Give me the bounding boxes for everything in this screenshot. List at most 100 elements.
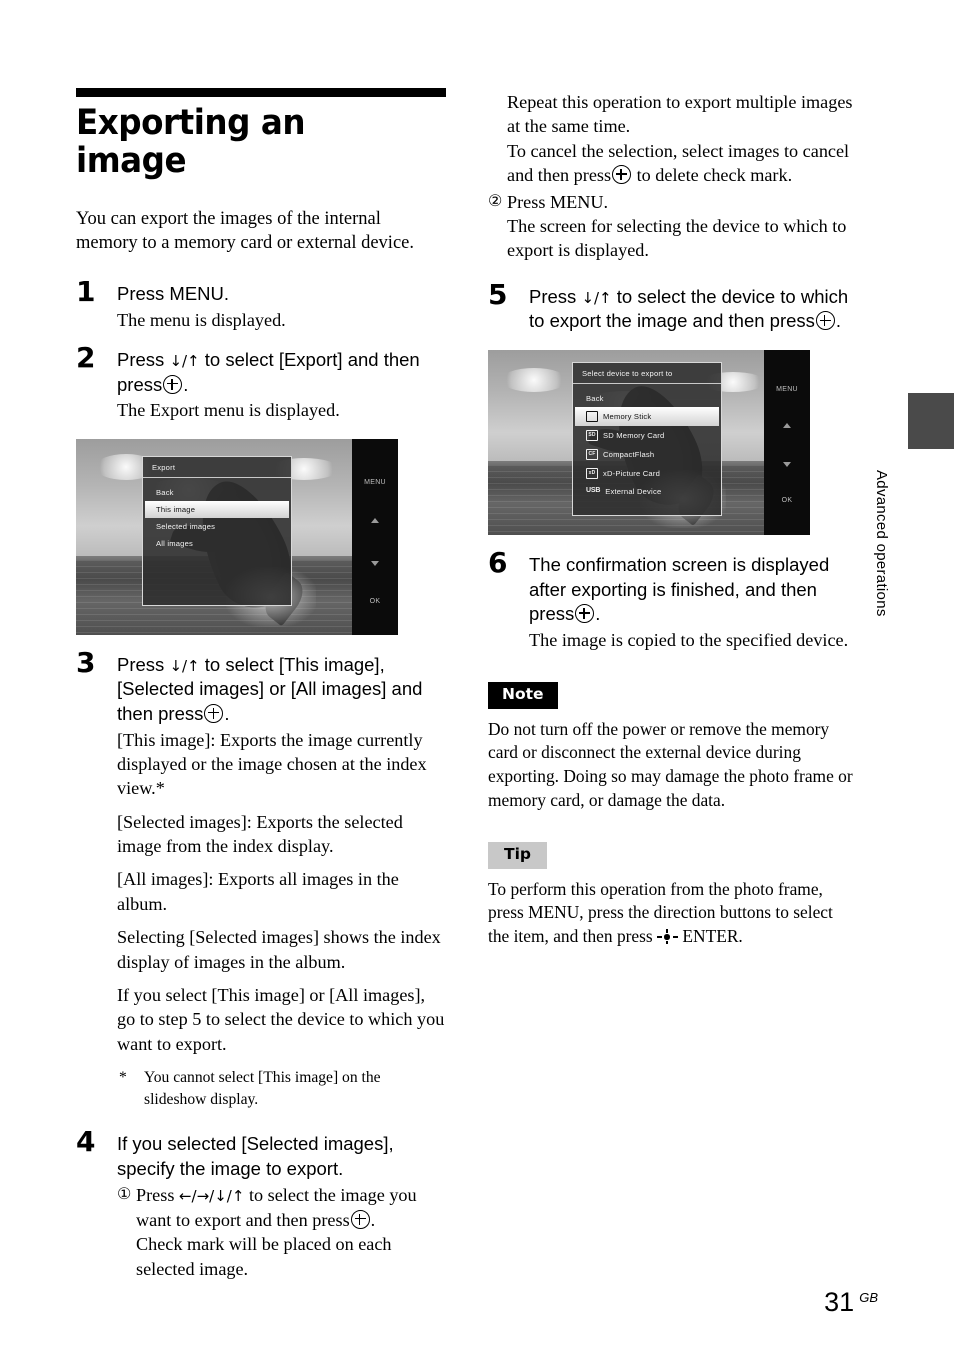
- four-direction-arrow-icon: ←/→/↓/↑: [178, 1187, 245, 1206]
- osd-item-compactflash[interactable]: CF CompactFlash: [573, 445, 721, 464]
- compactflash-icon: CF: [586, 448, 598, 460]
- osd-item-label: Back: [586, 393, 604, 403]
- step-6-head-end: .: [595, 603, 601, 625]
- enter-button-icon: [575, 604, 595, 624]
- bezel-ok-label[interactable]: OK: [782, 497, 793, 504]
- step-6-heading: The confirmation screen is displayed aft…: [529, 553, 856, 627]
- step-3-body-3: [All images]: Exports all images in the …: [117, 869, 399, 914]
- substep-1-text: Press ←/→/↓/↑ to select the image you wa…: [136, 1183, 446, 1232]
- step-3-body-5: If you select [This image] or [All image…: [117, 985, 445, 1054]
- step-5-heading: Press ↓/↑ to select the device to which …: [529, 285, 856, 334]
- sd-card-icon: SD: [586, 429, 598, 441]
- device-bezel: MENU OK: [352, 438, 398, 635]
- note-text: Do not turn off the power or remove the …: [488, 718, 853, 810]
- step-2-heading: Press ↓/↑ to select [Export] and then pr…: [117, 348, 446, 397]
- left-column: Exporting an image You can export the im…: [76, 88, 446, 1297]
- substep-2-head: Press MENU.: [507, 191, 609, 212]
- step-1: 1 Press MENU. The menu is displayed.: [76, 278, 446, 332]
- step-3-footnote: * You cannot select [This image] on the …: [117, 1067, 446, 1110]
- step-6: 6 The confirmation screen is displayed a…: [488, 548, 856, 652]
- step-3: 3 Press ↓/↑ to select [This image], [Sel…: [76, 648, 446, 1111]
- section-tab-label: Advanced operations: [873, 470, 890, 617]
- osd-item-back[interactable]: Back: [143, 484, 291, 501]
- substep-1-a: Press: [136, 1185, 175, 1206]
- step-6-number: 6: [488, 545, 508, 579]
- intro-paragraph: You can export the images of the interna…: [76, 208, 414, 254]
- note-callout: Note Do not turn off the power or remove…: [488, 682, 856, 812]
- osd-menu-list: Back Memory Stick SD SD Memory Card CF C…: [573, 384, 721, 500]
- down-triangle-icon[interactable]: [371, 560, 379, 566]
- enter-button-icon: [350, 1209, 370, 1229]
- osd-item-back[interactable]: Back: [573, 390, 721, 407]
- right-column: Repeat this operation to export multiple…: [488, 88, 856, 949]
- device-bezel: MENU OK: [764, 349, 810, 535]
- substep-cancel-b: to delete check mark.: [636, 165, 793, 186]
- osd-item-label: SD Memory Card: [603, 430, 665, 440]
- step-2: 2 Press ↓/↑ to select [Export] and then …: [76, 344, 446, 423]
- section-tab-block: [908, 393, 954, 449]
- substep-1-extra: Check mark will be placed on each select…: [136, 1234, 392, 1279]
- osd-item-label: All images: [156, 538, 194, 548]
- bezel-menu-label[interactable]: MENU: [776, 386, 798, 393]
- osd-item-xd-card[interactable]: xD xD-Picture Card: [573, 464, 721, 483]
- osd-panel-export: Export Back This image Selected images A…: [142, 455, 292, 606]
- osd-item-sd-card[interactable]: SD SD Memory Card: [573, 426, 721, 445]
- page-region-code: GB: [859, 1290, 878, 1305]
- osd-item-this-image[interactable]: This image: [145, 500, 289, 518]
- footnote-text: You cannot select [This image] on the sl…: [144, 1069, 381, 1108]
- osd-item-selected-images[interactable]: Selected images: [143, 518, 291, 535]
- note-badge: Note: [488, 682, 558, 709]
- step-5-number: 5: [488, 277, 508, 311]
- up-triangle-icon[interactable]: [371, 517, 379, 523]
- substep-1-end: .: [370, 1209, 376, 1230]
- bezel-menu-label[interactable]: MENU: [364, 479, 386, 486]
- usb-icon: USB: [586, 486, 601, 494]
- down-triangle-icon[interactable]: [783, 461, 791, 467]
- updown-arrow-icon: ↓/↑: [169, 656, 200, 675]
- step-3-number: 3: [76, 645, 96, 679]
- step-4-number: 4: [76, 1125, 96, 1159]
- updown-arrow-icon: ↓/↑: [169, 352, 200, 371]
- osd-panel-device-select: Select device to export to Back Memory S…: [572, 361, 722, 516]
- step-5-head-b: to select the device to which to export …: [529, 285, 849, 332]
- osd-item-label: Back: [156, 487, 174, 497]
- step-3-head-end: .: [224, 702, 230, 724]
- step-3-heading: Press ↓/↑ to select [This image], [Selec…: [117, 653, 446, 727]
- osd-item-label: xD-Picture Card: [603, 468, 661, 478]
- step-3-body-2: [Selected images]: Exports the selected …: [117, 811, 403, 857]
- osd-item-all-images[interactable]: All images: [143, 535, 291, 552]
- step-4: 4 If you selected [Selected images], spe…: [76, 1128, 446, 1281]
- step-3-body-4: Selecting [Selected images] shows the in…: [117, 927, 441, 972]
- title-rule: [76, 88, 446, 97]
- step-2-head-end: .: [183, 373, 189, 395]
- step-2-head-a: Press: [117, 349, 165, 371]
- up-triangle-icon[interactable]: [783, 422, 791, 428]
- step-4-substep-2: ② Press MENU. The screen for selecting t…: [488, 190, 856, 263]
- footnote-marker: *: [119, 1069, 127, 1087]
- substep-2-body: The screen for selecting the device to w…: [507, 215, 847, 261]
- step-3-head-a: Press: [117, 653, 165, 675]
- step-4-substep-1: ① Press ←/→/↓/↑ to select the image you …: [117, 1183, 446, 1281]
- step-5: 5 Press ↓/↑ to select the device to whic…: [488, 280, 856, 334]
- osd-title: Select device to export to: [573, 363, 721, 384]
- substep-marker-1: ①: [117, 1186, 132, 1204]
- step-2-body: The Export menu is displayed.: [117, 400, 340, 421]
- osd-item-label: This image: [156, 504, 196, 514]
- xd-picture-card-icon: xD: [586, 467, 598, 479]
- tip-callout: Tip To perform this operation from the p…: [488, 842, 856, 949]
- tip-badge: Tip: [488, 842, 547, 869]
- enter-button-icon: [612, 165, 632, 185]
- substep-1-more: Repeat this operation to export multiple…: [507, 92, 853, 137]
- osd-menu-list: Back This image Selected images All imag…: [143, 478, 291, 552]
- step-4-heading: If you selected [Selected images], speci…: [117, 1133, 394, 1179]
- tip-text: To perform this operation from the photo…: [488, 878, 856, 949]
- screenshot-device-select: Select device to export to Back Memory S…: [488, 349, 810, 535]
- step-5-head-a: Press: [529, 285, 577, 307]
- page-title: Exporting an image: [76, 103, 306, 181]
- osd-item-memory-stick[interactable]: Memory Stick: [575, 406, 719, 426]
- osd-item-label: Memory Stick: [603, 411, 652, 421]
- enter-button-icon: [815, 311, 835, 331]
- bezel-ok-label[interactable]: OK: [370, 598, 381, 605]
- osd-item-external-device[interactable]: USB External Device: [573, 483, 721, 500]
- step-1-heading: Press MENU.: [117, 283, 230, 305]
